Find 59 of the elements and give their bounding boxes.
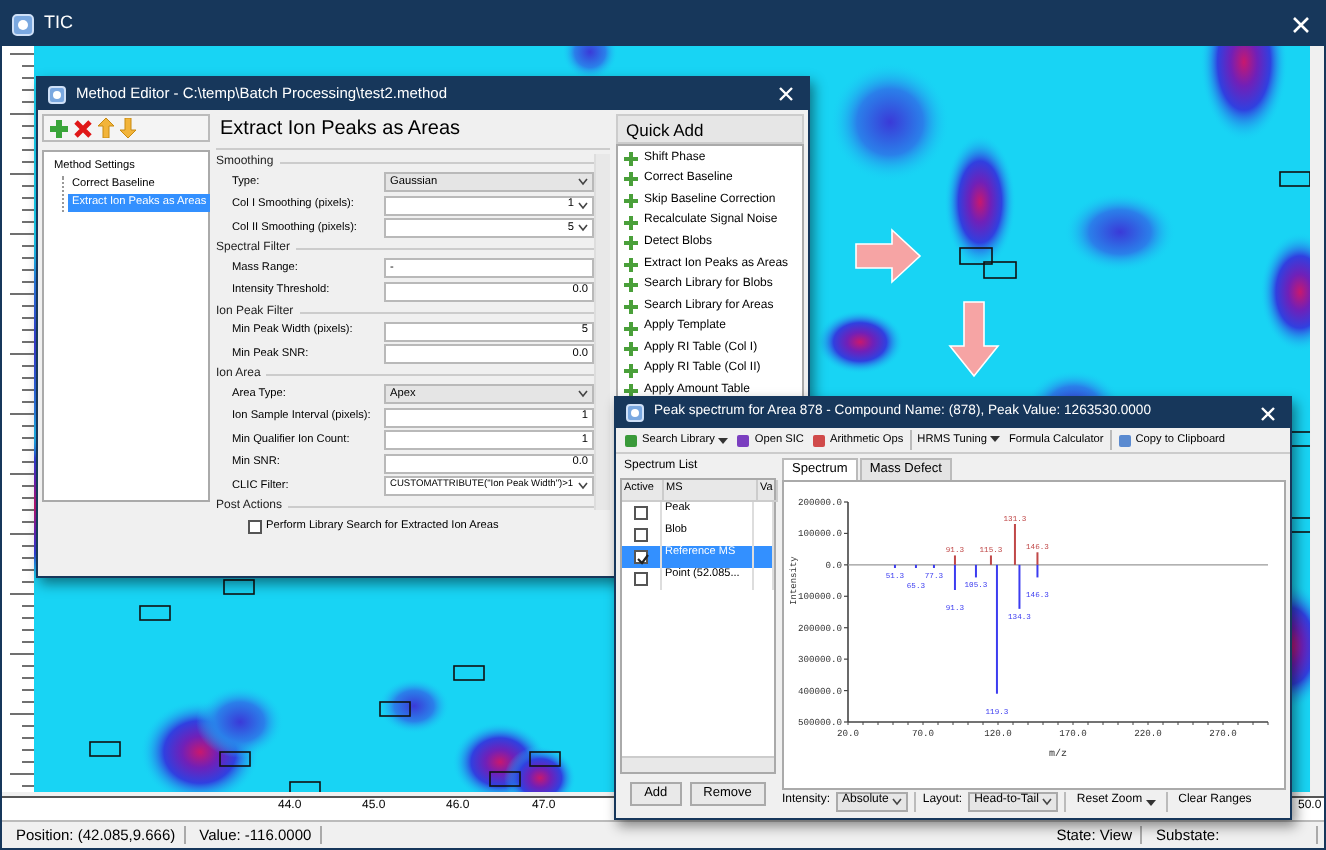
plus-icon — [624, 257, 638, 272]
peak-marker — [289, 781, 321, 792]
app-icon — [12, 13, 34, 35]
close-button[interactable] — [1256, 401, 1280, 425]
scrollbar[interactable] — [594, 154, 610, 510]
plus-icon — [624, 215, 638, 230]
plus-icon — [624, 384, 638, 399]
up-arrow-icon[interactable] — [98, 118, 114, 138]
caret-icon — [892, 798, 903, 806]
peak-marker — [139, 605, 171, 621]
peak-marker — [453, 665, 485, 681]
caret-icon — [578, 178, 588, 187]
peak-marker — [529, 751, 561, 767]
plus-icon — [624, 236, 638, 251]
checkbox[interactable] — [634, 527, 649, 541]
close-button[interactable] — [1288, 11, 1314, 37]
annotation-arrow — [855, 228, 922, 284]
scrollbar[interactable] — [622, 755, 774, 772]
app-icon — [48, 85, 66, 103]
caret-icon — [578, 201, 588, 210]
peak-marker — [489, 771, 521, 787]
checkbox[interactable] — [248, 519, 262, 534]
caret-icon — [578, 224, 588, 233]
app-icon — [626, 404, 644, 422]
plus-icon — [624, 363, 638, 378]
caret-icon — [1042, 798, 1053, 806]
checkbox[interactable] — [634, 549, 649, 563]
window-title: TIC — [44, 12, 73, 36]
peak-marker — [959, 247, 993, 265]
plus-icon — [624, 321, 638, 336]
settings-heading: Extract Ion Peaks as Areas — [216, 114, 610, 150]
checkbox[interactable] — [634, 571, 649, 585]
checkbox[interactable] — [634, 505, 649, 519]
down-arrow-icon[interactable] — [120, 118, 136, 138]
plus-icon — [624, 299, 638, 314]
caret-icon — [578, 482, 588, 491]
plus-icon — [624, 342, 638, 357]
delete-icon[interactable] — [74, 119, 92, 137]
plus-icon — [624, 151, 638, 166]
close-icon — [1260, 405, 1276, 421]
peak-marker — [223, 579, 255, 595]
caret-icon — [1146, 799, 1157, 805]
peak-marker — [983, 261, 1017, 279]
peak-marker — [1279, 171, 1310, 187]
close-icon — [778, 86, 794, 102]
close-button[interactable] — [774, 82, 798, 106]
panel-heading: Quick Add — [616, 114, 804, 144]
plus-icon — [624, 193, 638, 208]
peak-marker — [379, 701, 411, 717]
peak-marker — [1289, 517, 1310, 533]
caret-icon — [578, 390, 588, 399]
close-icon — [1292, 15, 1310, 33]
add-icon[interactable] — [50, 119, 68, 137]
plus-icon — [624, 172, 638, 187]
plus-icon — [624, 278, 638, 293]
peak-marker — [219, 751, 251, 767]
peak-marker — [89, 741, 121, 757]
annotation-arrow — [948, 301, 1000, 378]
peak-marker — [1289, 431, 1310, 447]
